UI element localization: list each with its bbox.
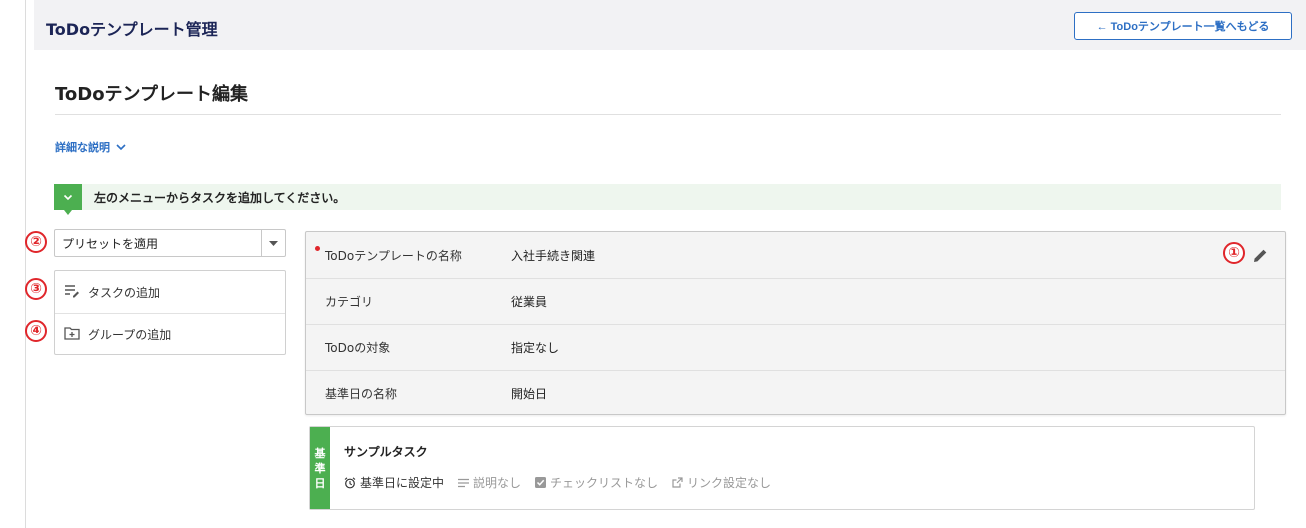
- detail-toggle-link[interactable]: 詳細な説明: [55, 139, 126, 155]
- marker-3: ③: [25, 278, 47, 300]
- add-task-button[interactable]: タスクの追加: [55, 271, 285, 313]
- folder-add-icon: [64, 326, 80, 343]
- add-group-label: グループの追加: [88, 328, 172, 342]
- add-menu: タスクの追加 グループの追加: [54, 270, 286, 355]
- page-title: ToDoテンプレート編集: [55, 84, 249, 105]
- info-value: 従業員: [511, 295, 548, 309]
- info-row-name: ToDoテンプレートの名称 入社手続き関連 ①: [306, 232, 1285, 278]
- info-row-target: ToDoの対象 指定なし: [306, 324, 1285, 370]
- info-value: 指定なし: [511, 341, 560, 355]
- caret-down-icon: [261, 230, 285, 256]
- meta-link: リンク設定なし: [672, 474, 771, 491]
- info-label: カテゴリ: [325, 295, 374, 309]
- add-task-label: タスクの追加: [88, 285, 161, 300]
- task-title: サンプルタスク: [344, 445, 428, 459]
- marker-4: ④: [25, 320, 47, 342]
- back-to-list-button[interactable]: ← ToDoテンプレート一覧へもどる: [1074, 12, 1292, 40]
- app-title: ToDoテンプレート管理: [46, 20, 218, 39]
- detail-link-label: 詳細な説明: [55, 141, 110, 154]
- title-divider: [55, 114, 1281, 115]
- notice-text: 左のメニューからタスクを追加してください。: [94, 190, 346, 205]
- info-label: ToDoテンプレートの名称: [325, 248, 462, 263]
- meta-description-label: 説明なし: [473, 476, 522, 490]
- marker-2: ②: [25, 231, 47, 253]
- checkbox-icon: [535, 477, 547, 488]
- meta-link-label: リンク設定なし: [687, 476, 772, 490]
- chevron-down-icon: [116, 141, 126, 154]
- base-date-tag: 基 準 日: [310, 427, 330, 509]
- required-marker: [315, 245, 320, 251]
- preset-select[interactable]: プリセットを適用: [54, 229, 286, 257]
- back-button-label: ← ToDoテンプレート一覧へもどる: [1096, 21, 1270, 33]
- header-bar: ToDoテンプレート管理 ← ToDoテンプレート一覧へもどる: [34, 0, 1306, 50]
- template-info-card: ToDoテンプレートの名称 入社手続き関連 ① カテゴリ 従業員 ToDoの対象…: [305, 231, 1286, 415]
- external-link-icon: [672, 477, 683, 488]
- task-card[interactable]: 基 準 日 サンプルタスク 基準日に設定中 説明なし チェックリストなし リンク…: [309, 426, 1255, 510]
- chevron-down-icon: [63, 194, 73, 200]
- base-date-tag-char: 基: [314, 446, 326, 460]
- meta-checklist: チェックリストなし: [535, 474, 658, 491]
- info-value: 開始日: [511, 387, 548, 401]
- meta-checklist-label: チェックリストなし: [550, 476, 659, 490]
- task-meta: 基準日に設定中 説明なし チェックリストなし リンク設定なし: [344, 474, 771, 491]
- meta-base-date: 基準日に設定中: [344, 474, 444, 491]
- info-value: 入社手続き関連: [511, 248, 596, 263]
- pencil-icon: [1253, 249, 1266, 262]
- info-row-base-date: 基準日の名称 開始日: [306, 370, 1285, 416]
- marker-1: ①: [1223, 242, 1245, 264]
- notice-banner: 左のメニューからタスクを追加してください。: [54, 184, 1281, 215]
- edit-button[interactable]: [1249, 244, 1271, 266]
- info-row-category: カテゴリ 従業員: [306, 278, 1285, 324]
- base-date-tag-char: 日: [314, 476, 326, 490]
- task-body: サンプルタスク 基準日に設定中 説明なし チェックリストなし リンク設定なし: [330, 427, 771, 509]
- add-group-button[interactable]: グループの追加: [55, 313, 285, 355]
- meta-base-date-label: 基準日に設定中: [360, 476, 445, 490]
- lines-icon: [458, 478, 470, 487]
- left-divider: [25, 0, 26, 528]
- task-add-icon: [64, 284, 80, 301]
- notice-toggle[interactable]: [54, 184, 82, 215]
- preset-select-value: プリセットを適用: [62, 236, 159, 251]
- base-date-tag-char: 準: [314, 461, 326, 475]
- alarm-icon: [344, 476, 356, 488]
- meta-description: 説明なし: [458, 474, 521, 491]
- info-label: ToDoの対象: [325, 341, 391, 355]
- info-label: 基準日の名称: [325, 387, 398, 401]
